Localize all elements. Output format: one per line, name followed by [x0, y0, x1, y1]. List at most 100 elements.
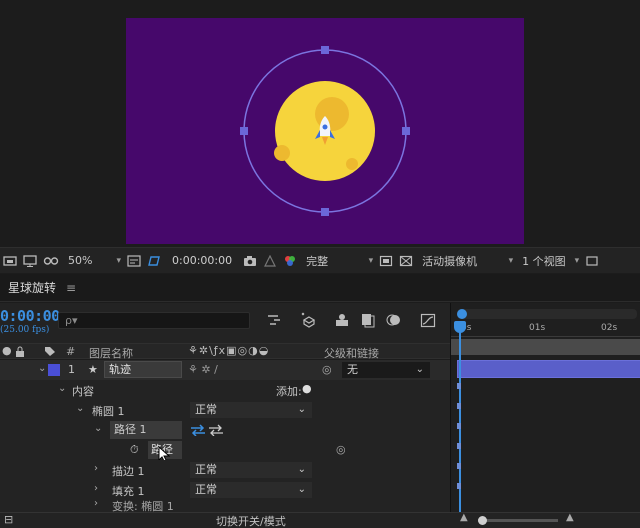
- path-vertex-bottom[interactable]: [321, 208, 329, 216]
- zoom-in-icon[interactable]: ▲: [566, 512, 574, 523]
- views-dropdown[interactable]: 1 个视图 ▾: [516, 248, 582, 273]
- ellipse-blend-mode-dropdown[interactable]: 正常 ⌄: [190, 402, 312, 418]
- current-time-display[interactable]: 0:00:00: [0, 307, 60, 325]
- timeline-zoom-slider[interactable]: [478, 516, 558, 525]
- path-group-label[interactable]: 路径 1: [110, 421, 182, 439]
- frame-rate-label: (25.00 fps): [0, 325, 50, 335]
- contents-row[interactable]: ⌄ 内容 添加: ●: [0, 380, 450, 400]
- ruler-label-02s: 02s: [601, 323, 618, 333]
- layer-index: 1: [68, 363, 75, 376]
- viewer-timecode[interactable]: 0:00:00:00: [164, 248, 240, 273]
- time-ruler[interactable]: 0s 01s 02s: [451, 321, 640, 337]
- path-vertex-top[interactable]: [321, 46, 329, 54]
- pick-whip-icon[interactable]: ◎: [336, 443, 346, 456]
- twirl-right-icon[interactable]: ›: [94, 463, 98, 474]
- layer-label-color[interactable]: [48, 364, 60, 376]
- zoom-value: 50%: [68, 254, 93, 267]
- parent-column-header[interactable]: 父级和链接: [324, 345, 379, 361]
- region-of-interest-icon[interactable]: [376, 248, 396, 273]
- reset-exposure-icon[interactable]: [582, 248, 602, 273]
- resolution-value: 完整: [306, 254, 329, 268]
- add-label: 添加:: [276, 385, 302, 398]
- video-switch-icon[interactable]: ●: [2, 344, 12, 357]
- timeline-tab-bar: 星球旋转 ≡: [0, 274, 640, 302]
- navigator-start-handle[interactable]: [457, 309, 467, 319]
- frame-blending-icon[interactable]: [360, 312, 376, 328]
- add-menu-icon[interactable]: ●: [302, 382, 312, 395]
- stroke-group-row[interactable]: › 描边 1 正常 ⌄: [0, 460, 450, 480]
- monitor-icon[interactable]: [20, 248, 40, 273]
- path-property-row[interactable]: ⏱ 路径 ◎: [0, 440, 450, 464]
- fill-blend-mode-value: 正常: [195, 483, 217, 496]
- chevron-down-icon: ⌄: [297, 404, 306, 415]
- path-direction-icon[interactable]: [190, 424, 206, 436]
- fill-blend-mode-dropdown[interactable]: 正常 ⌄: [190, 482, 312, 498]
- parent-dropdown[interactable]: 无 ⌄: [342, 362, 430, 378]
- snapshot-camera-icon[interactable]: [240, 248, 260, 273]
- zoom-out-icon[interactable]: ▲: [460, 512, 468, 523]
- resolution-dropdown[interactable]: 完整 ▾: [300, 248, 376, 273]
- chevron-down-icon: ▾: [574, 255, 580, 266]
- shy-layers-icon[interactable]: [334, 312, 350, 328]
- twirl-right-icon[interactable]: ›: [94, 500, 98, 509]
- playhead-handle[interactable]: [454, 321, 466, 333]
- label-tag-icon[interactable]: [44, 346, 56, 357]
- transform-group-row[interactable]: › 变换: 椭圆 1: [0, 500, 450, 512]
- twirl-down-icon[interactable]: ⌄: [76, 403, 84, 414]
- contents-label: 内容: [72, 385, 94, 398]
- draft-3d-icon[interactable]: [300, 311, 318, 329]
- planet-crater-small: [346, 158, 358, 170]
- motion-blur-icon[interactable]: [386, 312, 402, 328]
- timeline-graph-area[interactable]: 0s 01s 02s: [450, 303, 640, 513]
- fill-group-label: 填充 1: [112, 485, 145, 498]
- twirl-right-icon[interactable]: ›: [94, 483, 98, 494]
- lock-icon[interactable]: [15, 346, 25, 357]
- twirl-down-icon[interactable]: ⌄: [38, 363, 46, 374]
- work-area-bar[interactable]: [451, 339, 640, 355]
- chevron-down-icon: ⌄: [415, 364, 424, 375]
- panel-menu-icon[interactable]: ≡: [66, 281, 76, 295]
- work-area-navigator[interactable]: [457, 309, 637, 319]
- layer-switches-icons: ⚘✲\ƒx▣◎◑◒: [188, 344, 270, 357]
- ellipse-group-row[interactable]: ⌄ 椭圆 1 正常 ⌄: [0, 400, 450, 420]
- transparency-grid-icon[interactable]: [396, 248, 416, 273]
- color-channels-icon[interactable]: [280, 248, 300, 273]
- layer-column-header: ● # 图层名称 ⚘✲\ƒx▣◎◑◒ 父级和链接: [0, 343, 450, 361]
- layer-duration-bar[interactable]: [457, 360, 640, 378]
- composition-viewer[interactable]: [0, 0, 640, 246]
- show-snapshot-icon[interactable]: [260, 248, 280, 273]
- twirl-down-icon[interactable]: ⌄: [94, 423, 102, 434]
- path-vertex-right[interactable]: [402, 127, 410, 135]
- path-direction-reverse-icon[interactable]: [208, 424, 224, 436]
- stopwatch-icon[interactable]: ⏱: [130, 443, 139, 457]
- stroke-blend-mode-dropdown[interactable]: 正常 ⌄: [190, 462, 312, 478]
- layer-name-column-header[interactable]: 图层名称: [89, 345, 133, 361]
- shape-layer-star-icon: ★: [88, 363, 98, 376]
- always-preview-icon[interactable]: [0, 248, 20, 273]
- mask-visibility-icon[interactable]: [144, 248, 164, 273]
- layer-name-field[interactable]: 轨迹: [104, 361, 182, 378]
- layer-switch-icons[interactable]: ⚘ ✲ /: [188, 363, 218, 376]
- composition-canvas[interactable]: [126, 18, 524, 244]
- twirl-down-icon[interactable]: ⌄: [58, 383, 66, 394]
- transform-group-label: 变换: 椭圆 1: [112, 500, 174, 512]
- viewer-timecode-value: 0:00:00:00: [172, 254, 233, 267]
- timeline-tab-title[interactable]: 星球旋转: [8, 279, 56, 296]
- zoom-dropdown[interactable]: 50% ▾: [62, 248, 124, 273]
- render-time-icon[interactable]: ⊟: [4, 513, 13, 526]
- layer-row[interactable]: ⌄ 1 ★ 轨迹 ⚘ ✲ / ◎ 无 ⌄: [0, 360, 450, 380]
- toggle-switches-modes-button[interactable]: 切换开关/模式: [216, 513, 286, 528]
- layer-search-input[interactable]: ρ▾: [58, 312, 250, 329]
- path-group-row[interactable]: ⌄ 路径 1: [0, 420, 450, 440]
- zoom-slider-thumb[interactable]: [478, 516, 487, 525]
- pick-whip-icon[interactable]: ◎: [322, 363, 332, 376]
- ruler-label-01s: 01s: [529, 323, 546, 333]
- path-vertex-left[interactable]: [240, 127, 248, 135]
- camera-value: 活动摄像机: [422, 254, 478, 268]
- vr-glasses-icon[interactable]: [40, 248, 62, 273]
- fast-previews-icon[interactable]: [124, 248, 144, 273]
- camera-dropdown[interactable]: 活动摄像机 ▾: [416, 248, 516, 273]
- composition-flowchart-icon[interactable]: [266, 313, 282, 327]
- fill-group-row[interactable]: › 填充 1 正常 ⌄: [0, 480, 450, 500]
- graph-editor-icon[interactable]: [420, 312, 436, 328]
